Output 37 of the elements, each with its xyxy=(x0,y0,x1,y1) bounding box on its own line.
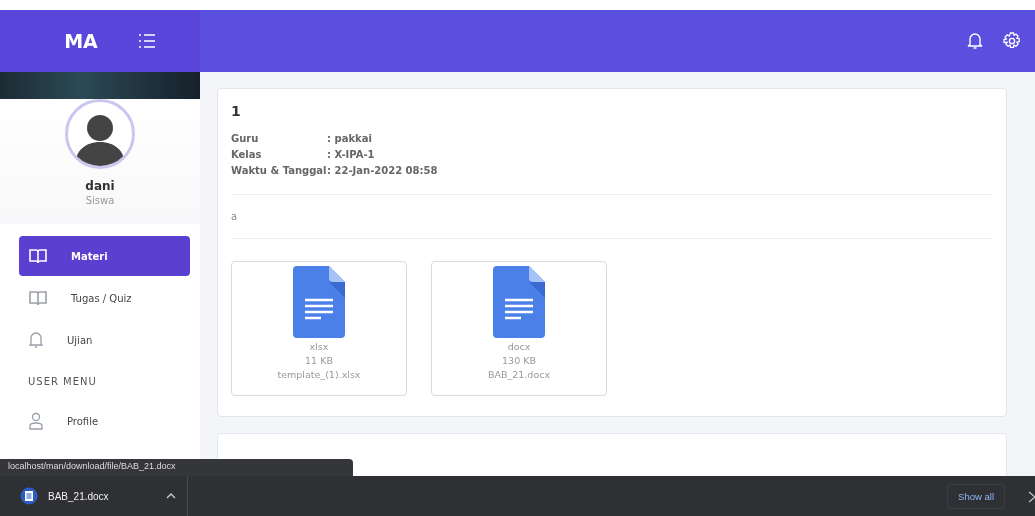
file-type: xlsx xyxy=(309,341,329,352)
user-role: Siswa xyxy=(85,195,115,206)
document-icon xyxy=(493,266,545,338)
settings-icon[interactable] xyxy=(1003,32,1021,50)
detail-value: : X-IPA-1 xyxy=(327,149,376,160)
detail-label: Guru xyxy=(231,133,260,144)
nav-item[interactable]: Materi xyxy=(19,236,190,276)
material-description: a xyxy=(231,210,239,224)
file-name: template_(1).xlsx xyxy=(277,369,361,380)
document-icon xyxy=(293,266,345,338)
close-icon[interactable] xyxy=(1029,491,1035,503)
file-type: docx xyxy=(507,341,531,352)
material-title: 1 xyxy=(231,103,242,119)
section-label: USER MENU xyxy=(27,375,98,389)
notification-bell-icon[interactable] xyxy=(967,32,983,50)
detail-label: Kelas xyxy=(231,149,263,160)
file-name: BAB_21.docx xyxy=(487,369,551,380)
book-icon xyxy=(29,290,47,306)
nav-item[interactable]: Tugas / Quiz xyxy=(19,278,190,318)
download-file-name[interactable]: BAB_21.docx xyxy=(48,490,156,502)
file-size: 11 KB xyxy=(305,355,333,366)
caret-icon[interactable] xyxy=(166,493,176,499)
brand-logo: MA xyxy=(64,30,98,52)
menu-icon[interactable] xyxy=(137,34,156,48)
file-size: 130 KB xyxy=(502,355,536,366)
detail-label: Waktu & Tanggal xyxy=(231,165,327,176)
nav-item[interactable]: Profile xyxy=(19,401,190,441)
word-file-icon xyxy=(20,487,38,505)
user-icon xyxy=(29,412,43,430)
nav-item[interactable]: Ujian xyxy=(19,320,190,360)
detail-value: : 22-Jan-2022 08:58 xyxy=(327,165,438,176)
bell-icon xyxy=(29,331,43,349)
show-all-button[interactable]: Show all xyxy=(947,483,1005,509)
book-icon xyxy=(29,248,47,264)
status-url-tooltip: localhost/man/download/file/BAB_21.docx xyxy=(0,459,353,476)
detail-value: : pakkai xyxy=(327,133,373,144)
user-name: dani xyxy=(85,179,115,193)
